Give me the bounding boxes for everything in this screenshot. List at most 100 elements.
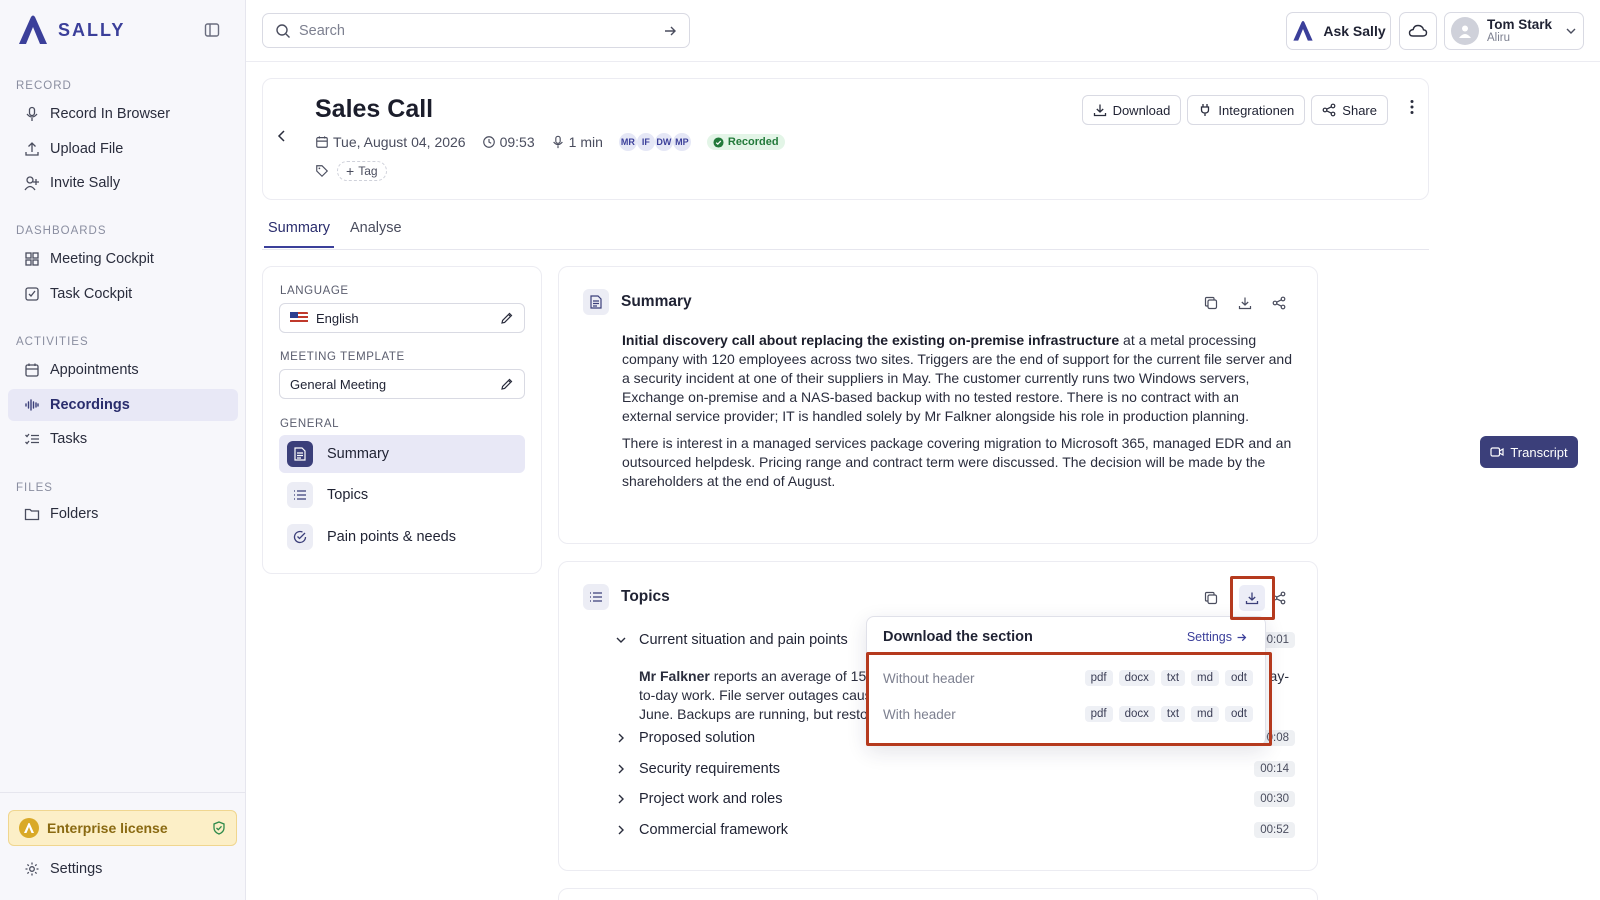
topic-title: Current situation and pain points xyxy=(639,632,848,648)
meeting-time: 09:53 xyxy=(482,134,535,150)
share-icon xyxy=(1322,103,1336,117)
search-input[interactable] xyxy=(299,22,655,39)
document-icon xyxy=(287,441,313,467)
search-icon xyxy=(276,23,290,38)
back-button[interactable] xyxy=(275,129,289,146)
topic-row[interactable]: Project work and roles 00:30 xyxy=(615,787,1295,811)
sidebar-item-upload-file[interactable]: Upload File xyxy=(8,133,238,165)
enterprise-license-badge[interactable]: Enterprise license xyxy=(8,810,237,846)
chevron-down-icon xyxy=(1566,28,1576,34)
topics-card-header: Topics xyxy=(583,584,670,610)
tab-analyse[interactable]: Analyse xyxy=(346,220,406,246)
grid-icon xyxy=(25,252,39,266)
sidebar-item-label: Record In Browser xyxy=(50,106,171,122)
user-name: Tom Stark xyxy=(1487,17,1553,32)
participant-avatar: MP xyxy=(672,133,691,151)
shield-check-icon xyxy=(213,821,225,835)
sidebar-item-appointments[interactable]: Appointments xyxy=(8,354,238,386)
copy-icon[interactable] xyxy=(1201,588,1221,608)
section-link-summary[interactable]: Summary xyxy=(279,435,525,473)
share-icon[interactable] xyxy=(1269,293,1289,313)
page-title: Sales Call xyxy=(315,95,434,123)
sidebar-item-label: Tasks xyxy=(50,431,88,447)
meeting-duration: 1 min xyxy=(551,134,603,150)
topic-title: Security requirements xyxy=(639,761,781,777)
sidebar-item-invite-sally[interactable]: Invite Sally xyxy=(8,167,238,199)
timestamp-chip[interactable]: 00:52 xyxy=(1254,822,1295,838)
sidebar-item-settings[interactable]: Settings xyxy=(8,853,238,885)
clock-icon xyxy=(482,136,495,148)
topic-title: Project work and roles xyxy=(639,791,783,807)
top-bar: Ask Sally Tom Stark Aliru xyxy=(246,0,1600,62)
ask-sally-button[interactable]: Ask Sally xyxy=(1286,12,1391,50)
chevron-right-icon xyxy=(618,825,624,835)
transcript-button[interactable]: Transcript xyxy=(1480,436,1578,468)
sidebar: SALLY RECORD Record In Browser Upload Fi… xyxy=(0,0,246,900)
topic-body-bold: Mr Falkner xyxy=(639,668,710,684)
search-box[interactable] xyxy=(262,13,690,48)
participant-avatars[interactable]: MR IF DW MP xyxy=(618,133,691,151)
tab-summary[interactable]: Summary xyxy=(264,220,335,248)
meeting-date: Tue, August 04, 2026 xyxy=(315,134,466,150)
summary-paragraph: Initial discovery call about replacing t… xyxy=(622,331,1292,426)
sidebar-item-tasks[interactable]: Tasks xyxy=(8,423,238,455)
sidebar-item-record-in-browser[interactable]: Record In Browser xyxy=(8,98,238,130)
sidebar-item-label: Task Cockpit xyxy=(50,286,133,302)
copy-icon[interactable] xyxy=(1201,293,1221,313)
topic-row[interactable]: Security requirements 00:14 xyxy=(615,757,1295,781)
summary-body: Initial discovery call about replacing t… xyxy=(622,331,1292,499)
collapse-sidebar-icon[interactable] xyxy=(204,22,222,40)
calendar-icon xyxy=(25,363,39,377)
duration-text: 1 min xyxy=(568,134,603,150)
folder-icon xyxy=(24,508,40,521)
sidebar-item-meeting-cockpit[interactable]: Meeting Cockpit xyxy=(8,243,238,275)
sidebar-item-label: Appointments xyxy=(50,362,139,378)
section-files: FILES xyxy=(16,482,53,494)
topics-title: Topics xyxy=(621,588,670,605)
share-button[interactable]: Share xyxy=(1311,95,1388,125)
highlight-format-options xyxy=(866,652,1272,746)
us-flag-icon xyxy=(290,312,308,324)
timestamp-chip[interactable]: 00:14 xyxy=(1254,761,1295,777)
topic-body-tail: ay- xyxy=(1269,668,1289,684)
pencil-icon[interactable] xyxy=(500,377,514,391)
download-icon[interactable] xyxy=(1235,293,1255,313)
sally-logo[interactable]: SALLY xyxy=(16,14,125,46)
popover-settings-link[interactable]: Settings xyxy=(1187,630,1247,644)
user-icon xyxy=(1459,25,1471,38)
template-select[interactable]: General Meeting xyxy=(279,369,525,399)
download-button[interactable]: Download xyxy=(1081,95,1182,125)
checklist-icon xyxy=(25,433,39,445)
section-link-pain-points[interactable]: Pain points & needs xyxy=(279,518,525,556)
topic-row[interactable]: Commercial framework 00:52 xyxy=(615,818,1295,842)
download-icon xyxy=(1093,104,1106,117)
section-link-topics[interactable]: Topics xyxy=(279,476,525,514)
ask-sally-label: Ask Sally xyxy=(1323,23,1386,39)
add-tag-button[interactable]: + Tag xyxy=(337,161,387,181)
user-menu[interactable]: Tom Stark Aliru xyxy=(1444,12,1584,50)
arrow-right-icon[interactable] xyxy=(663,24,677,38)
time-text: 09:53 xyxy=(499,134,535,150)
more-options-icon[interactable] xyxy=(1410,99,1414,118)
topic-title: Proposed solution xyxy=(639,730,756,746)
sidebar-item-folders[interactable]: Folders xyxy=(8,498,238,530)
language-select[interactable]: English xyxy=(279,303,525,333)
calendar-icon xyxy=(316,136,328,148)
upload-icon xyxy=(25,142,39,156)
chevron-right-icon xyxy=(618,794,624,804)
cloud-button[interactable] xyxy=(1399,12,1437,50)
timestamp-chip[interactable]: 00:30 xyxy=(1254,791,1295,807)
circle-check-icon xyxy=(287,524,313,550)
checkbox-icon xyxy=(25,287,39,301)
sidebar-item-recordings[interactable]: Recordings xyxy=(8,389,238,421)
header-actions: Download Integrationen Share xyxy=(1081,95,1388,125)
tags-row: + Tag xyxy=(315,161,387,181)
pencil-icon[interactable] xyxy=(500,311,514,325)
sidebar-item-task-cockpit[interactable]: Task Cockpit xyxy=(8,278,238,310)
integrations-button[interactable]: Integrationen xyxy=(1187,95,1306,125)
microphone-icon xyxy=(552,135,563,149)
list-icon xyxy=(287,482,313,508)
sidebar-item-label: Invite Sally xyxy=(50,175,121,191)
status-text: Recorded xyxy=(727,136,779,148)
section-link-label: Topics xyxy=(327,487,369,503)
